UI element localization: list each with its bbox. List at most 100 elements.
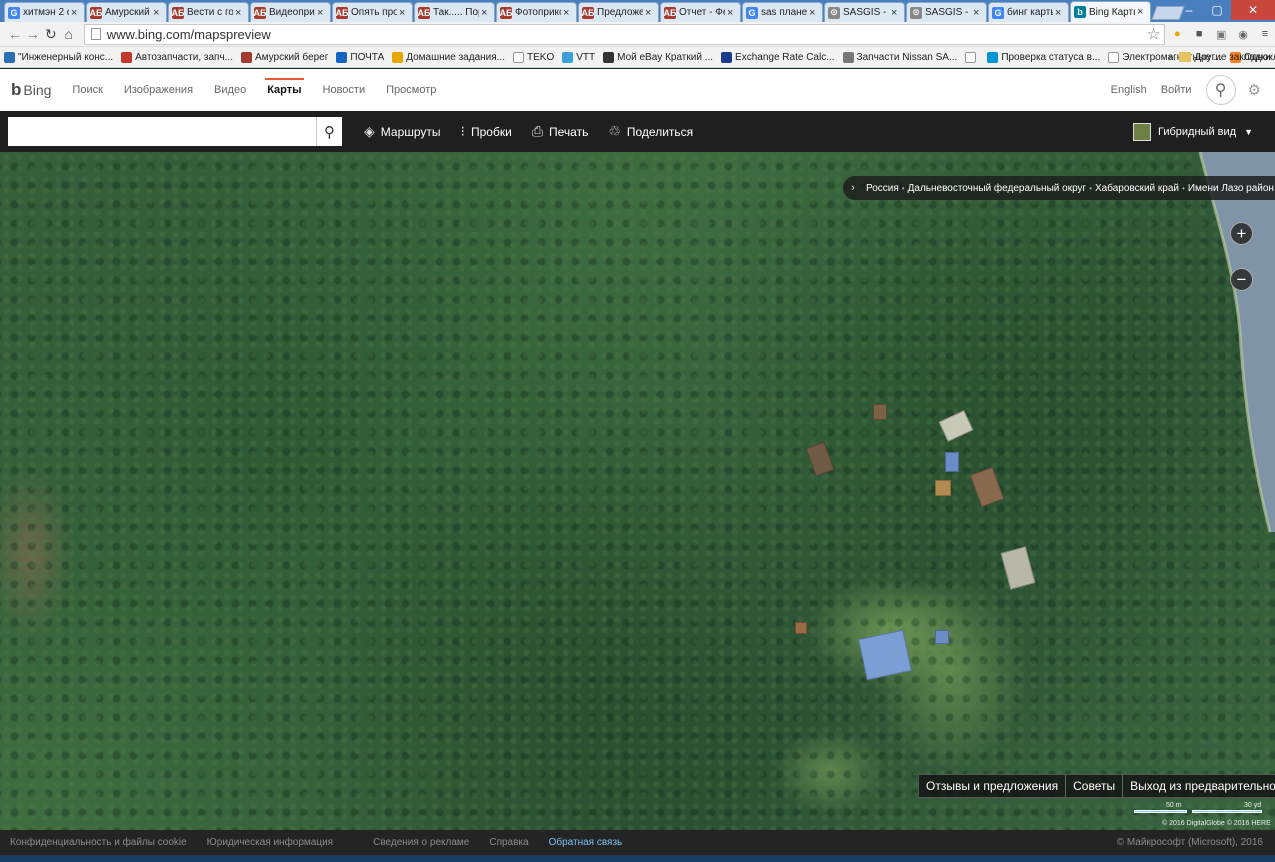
close-tab-icon[interactable]: ×: [727, 7, 737, 19]
scope-tab[interactable]: Просмотр: [386, 69, 436, 111]
building: [873, 404, 887, 420]
browser-tab[interactable]: АБВести с горн×: [168, 2, 249, 22]
browser-tab[interactable]: ⊙SASGIS - Веб×: [906, 2, 987, 22]
user-avatar-icon[interactable]: ⚲: [1205, 75, 1236, 105]
traffic-button[interactable]: ⁝ Пробки: [461, 123, 512, 140]
forward-arrow-icon[interactable]: →: [24, 26, 42, 42]
scope-tab[interactable]: Изображения: [124, 69, 193, 111]
breadcrumb-area[interactable]: Имени Лазо район: [1185, 183, 1275, 194]
browser-tab[interactable]: АБФотоприкол×: [496, 2, 577, 22]
maximize-icon[interactable]: ▢: [1203, 0, 1231, 20]
browser-tab[interactable]: АБ Так..... Пор ×: [414, 2, 495, 22]
scope-tab[interactable]: Карты: [265, 69, 304, 111]
routes-label: Маршруты: [380, 124, 441, 139]
bookmark-star-icon[interactable]: ☆: [1147, 25, 1160, 43]
home-icon[interactable]: ⌂: [60, 26, 78, 42]
browser-tab[interactable]: Gхитмэн 2 сме×: [4, 2, 85, 22]
close-tab-icon[interactable]: ×: [645, 7, 655, 19]
breadcrumb-country[interactable]: Россия: [863, 183, 902, 194]
language-link[interactable]: English: [1111, 84, 1147, 96]
map-search-input[interactable]: [8, 117, 316, 146]
footer-link-feedback[interactable]: Обратная связь: [549, 837, 623, 848]
bookmark-item[interactable]: Exchange Rate Calc...: [721, 51, 835, 63]
browser-tab[interactable]: Gбинг карты ×: [988, 2, 1069, 22]
bookmark-item[interactable]: TEKO: [513, 51, 554, 63]
bookmark-item[interactable]: Домашние задания...: [392, 51, 505, 63]
browser-tab[interactable]: АБОпять про з×: [332, 2, 413, 22]
scope-tab[interactable]: Поиск: [72, 69, 102, 111]
bookmark-item[interactable]: [965, 51, 979, 63]
close-tab-icon[interactable]: ×: [71, 7, 81, 19]
breadcrumb-region[interactable]: Хабаровский край: [1092, 183, 1182, 194]
browser-tab[interactable]: Gsas планета×: [742, 2, 823, 22]
share-button[interactable]: ♲ Поделиться: [608, 123, 693, 140]
zoom-in-button[interactable]: +: [1230, 222, 1253, 245]
close-tab-icon[interactable]: ×: [563, 7, 573, 19]
browser-tab[interactable]: ⊙SASGIS - Веб×: [824, 2, 905, 22]
scale-bar-metric: [1134, 810, 1187, 813]
footer-link-ads[interactable]: Сведения о рекламе: [373, 837, 469, 848]
bookmark-item[interactable]: Мой eBay Краткий ...: [603, 51, 714, 63]
search-icon[interactable]: ⚲: [316, 117, 342, 146]
bookmark-item[interactable]: "Инженерный конс...: [4, 51, 113, 63]
minimize-icon[interactable]: ‒: [1175, 0, 1203, 20]
bookmark-item[interactable]: Автозапчасти, запч...: [121, 51, 233, 63]
reload-icon[interactable]: ↻: [42, 26, 60, 43]
footer-link-privacy[interactable]: Конфиденциальность и файлы cookie: [10, 837, 187, 848]
bookmark-item[interactable]: VTT: [562, 51, 596, 63]
browser-tab[interactable]: АБПредложени×: [578, 2, 659, 22]
extension-icon[interactable]: ■: [1189, 26, 1209, 42]
url-field[interactable]: www.bing.com/mapspreview ☆: [83, 23, 1166, 45]
close-tab-icon[interactable]: ×: [153, 7, 163, 19]
bookmark-label: VTT: [576, 51, 596, 63]
close-tab-icon[interactable]: ×: [891, 7, 901, 19]
river: [1198, 152, 1275, 533]
close-tab-icon[interactable]: ×: [1055, 7, 1065, 19]
bookmark-item[interactable]: Проверка статуса в...: [987, 51, 1100, 63]
menu-icon[interactable]: ≡: [1255, 26, 1275, 42]
browser-tab[interactable]: АБАмурский Бе×: [86, 2, 167, 22]
close-tab-icon[interactable]: ×: [1137, 6, 1147, 18]
close-tab-icon[interactable]: ×: [809, 7, 819, 19]
zoom-out-button[interactable]: −: [1230, 268, 1253, 291]
extension-icon[interactable]: ◉: [1233, 26, 1253, 42]
close-tab-icon[interactable]: ×: [399, 7, 409, 19]
browser-tab[interactable]: АБВидеоприко×: [250, 2, 331, 22]
browser-tab[interactable]: АБОтчет - Февр×: [660, 2, 741, 22]
bookmark-item[interactable]: ПОЧТА: [336, 51, 384, 63]
share-label: Поделиться: [626, 124, 694, 139]
exit-preview-button[interactable]: Выход из предварительной версии: [1123, 775, 1275, 797]
forest-texture: [0, 152, 1275, 830]
footer-link-legal[interactable]: Юридическая информация: [207, 837, 333, 848]
bookmark-item[interactable]: Запчасти Nissan SA...: [842, 51, 957, 63]
gear-icon[interactable]: ⚙: [1248, 81, 1261, 99]
map-canvas[interactable]: › Россия • Дальневосточный федеральный о…: [0, 152, 1275, 830]
other-bookmarks[interactable]: » Другие закладки: [1168, 52, 1271, 63]
extension-icon[interactable]: ▣: [1211, 26, 1231, 42]
close-window-icon[interactable]: ✕: [1231, 0, 1275, 20]
tips-button[interactable]: Советы: [1066, 775, 1124, 797]
scope-tab[interactable]: Новости: [323, 69, 366, 111]
close-tab-icon[interactable]: ×: [973, 7, 983, 19]
os-taskbar: [0, 855, 1275, 862]
bing-logo[interactable]: b Bing: [11, 80, 51, 100]
feedback-button[interactable]: Отзывы и предложения: [919, 775, 1067, 797]
chevron-right-icon[interactable]: »: [1168, 52, 1174, 63]
close-tab-icon[interactable]: ×: [235, 7, 245, 19]
scope-tab[interactable]: Видео: [214, 69, 246, 111]
back-arrow-icon[interactable]: ←: [6, 26, 24, 42]
bookmark-label: Exchange Rate Calc...: [735, 51, 835, 63]
extension-icon[interactable]: ●: [1167, 26, 1187, 42]
bookmark-item[interactable]: Амурский берег: [240, 51, 328, 63]
chevron-right-icon[interactable]: ›: [843, 182, 863, 194]
bookmark-label: Мой eBay Краткий ...: [617, 51, 714, 63]
close-tab-icon[interactable]: ×: [481, 7, 491, 19]
routes-button[interactable]: ◈ Маршруты: [364, 123, 441, 140]
breadcrumb-district[interactable]: Дальневосточный федеральный округ: [905, 183, 1090, 194]
print-button[interactable]: ⎙ Печать: [532, 123, 589, 140]
close-tab-icon[interactable]: ×: [317, 7, 327, 19]
browser-tab[interactable]: bBing Карты×: [1070, 1, 1151, 22]
map-view-selector[interactable]: Гибридный вид ▼: [1133, 122, 1253, 141]
signin-link[interactable]: Войти: [1161, 84, 1192, 96]
footer-link-help[interactable]: Справка: [489, 837, 528, 848]
